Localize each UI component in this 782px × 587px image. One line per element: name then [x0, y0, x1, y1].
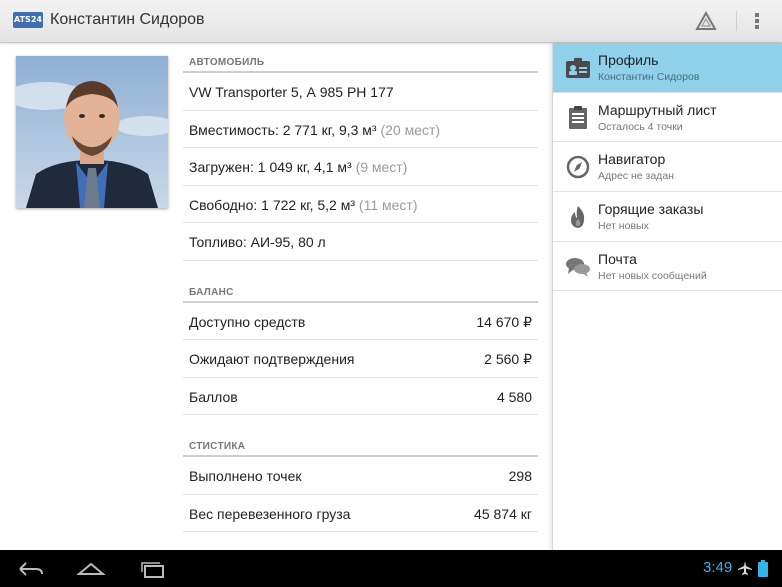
- section-title: АВТОМОБИЛЬ: [189, 57, 265, 68]
- nav-subtitle: Нет новых сообщений: [598, 269, 707, 282]
- section-header-vehicle: АВТОМОБИЛЬ: [183, 43, 538, 73]
- row-extra-text: (11 мест): [358, 196, 418, 213]
- stats-row: Вес перевезенного груза 45 874 кг: [183, 495, 538, 532]
- nav-item-hot-orders[interactable]: Горящие заказы Нет новых: [553, 192, 782, 242]
- nav-title: Навигатор: [598, 151, 666, 168]
- action-bar-divider: [736, 11, 737, 31]
- balance-row: Доступно средств 14 670 ₽: [183, 303, 538, 340]
- profile-card-icon: [566, 58, 590, 78]
- vehicle-row: VW Transporter 5, А 985 РН 177: [183, 73, 538, 111]
- nav-item-navigator[interactable]: Навигатор Адрес не задан: [553, 142, 782, 193]
- row-extra-text: (9 мест): [355, 159, 408, 175]
- page-title: Константин Сидоров: [50, 11, 205, 28]
- row-label: Топливо: АИ-95, 80 л: [189, 234, 326, 250]
- clipboard-icon: [569, 105, 587, 129]
- row-label: Вес перевезенного груза: [189, 505, 351, 522]
- row-main-text: Свободно: 1 722 кг, 5,2 м³: [189, 196, 356, 213]
- row-extra-text: (20 мест): [380, 121, 441, 138]
- row-label: Вместимость: 2 771 кг, 9,3 м³ (20 мест): [189, 122, 440, 138]
- nav-title: Горящие заказы: [598, 201, 704, 218]
- nav-item-route-sheet[interactable]: Маршрутный лист Осталось 4 точки: [553, 93, 782, 143]
- nav-item-mail[interactable]: Почта Нет новых сообщений: [553, 242, 782, 292]
- row-label: Доступно средств: [189, 313, 306, 330]
- section-title: СТИСТИКА: [189, 441, 246, 452]
- row-main-text: Вместимость: 2 771 кг, 9,3 м³: [189, 121, 377, 138]
- row-value: 2 560 ₽: [484, 351, 532, 367]
- nav-item-profile[interactable]: Профиль Константин Сидоров: [553, 43, 782, 93]
- avatar: [16, 56, 168, 208]
- row-value: 14 670 ₽: [476, 313, 532, 330]
- chat-bubbles-icon: [566, 257, 590, 277]
- section-title: БАЛАНС: [189, 286, 234, 298]
- recent-apps-button-icon[interactable]: [138, 558, 168, 580]
- battery-icon: [758, 560, 768, 577]
- nav-subtitle: Осталось 4 точки: [598, 120, 683, 133]
- stats-row: Выполнено точек 298: [183, 457, 538, 495]
- action-bar: ATS24 Константин Сидоров: [0, 0, 782, 43]
- system-bar: 3:49: [0, 550, 782, 587]
- row-label: Свободно: 1 722 кг, 5,2 м³ (11 мест): [189, 197, 417, 213]
- vehicle-row: Топливо: АИ-95, 80 л: [183, 223, 538, 261]
- row-value: 45 874 кг: [474, 505, 532, 522]
- section-header-balance: БАЛАНС: [183, 273, 538, 303]
- row-label: VW Transporter 5, А 985 РН 177: [189, 84, 394, 100]
- nav-subtitle: Нет новых: [598, 220, 649, 233]
- row-label: Ожидают подтверждения: [189, 351, 355, 367]
- nav-subtitle: Константин Сидоров: [598, 71, 700, 83]
- vehicle-row: Вместимость: 2 771 кг, 9,3 м³ (20 мест): [183, 111, 538, 148]
- overflow-menu-icon[interactable]: [752, 11, 762, 31]
- row-value: 298: [508, 468, 532, 484]
- profile-content[interactable]: АВТОМОБИЛЬ VW Transporter 5, А 985 РН 17…: [183, 43, 538, 550]
- balance-row: Ожидают подтверждения 2 560 ₽: [183, 340, 538, 378]
- row-value: 4 580: [496, 388, 532, 405]
- airplane-mode-icon: [738, 561, 752, 575]
- warning-triangle-icon[interactable]: [695, 11, 717, 31]
- status-clock: 3:49: [703, 559, 733, 576]
- fire-icon: [571, 206, 585, 229]
- side-navigation: Профиль Константин Сидоров Маршрутный ли…: [552, 43, 782, 550]
- nav-subtitle: Адрес не задан: [598, 170, 674, 183]
- section-header-stats: СТИСТИКА: [183, 427, 538, 457]
- back-button-icon[interactable]: [16, 558, 46, 580]
- row-label: Загружен: 1 049 кг, 4,1 м³ (9 мест): [189, 159, 407, 175]
- compass-icon: [566, 156, 590, 179]
- vehicle-row: Свободно: 1 722 кг, 5,2 м³ (11 мест): [183, 186, 538, 223]
- balance-row: Баллов 4 580: [183, 378, 538, 415]
- home-button-icon[interactable]: [76, 558, 106, 580]
- nav-title: Почта: [598, 250, 637, 267]
- row-label: Баллов: [189, 388, 238, 405]
- profile-photo[interactable]: [16, 56, 168, 208]
- app-logo[interactable]: ATS24: [13, 12, 43, 28]
- row-main-text: Загружен: 1 049 кг, 4,1 м³: [189, 159, 352, 175]
- nav-title: Профиль: [598, 52, 659, 68]
- nav-title: Маршрутный лист: [598, 101, 717, 118]
- row-label: Выполнено точек: [189, 468, 302, 484]
- vehicle-row: Загружен: 1 049 кг, 4,1 м³ (9 мест): [183, 148, 538, 186]
